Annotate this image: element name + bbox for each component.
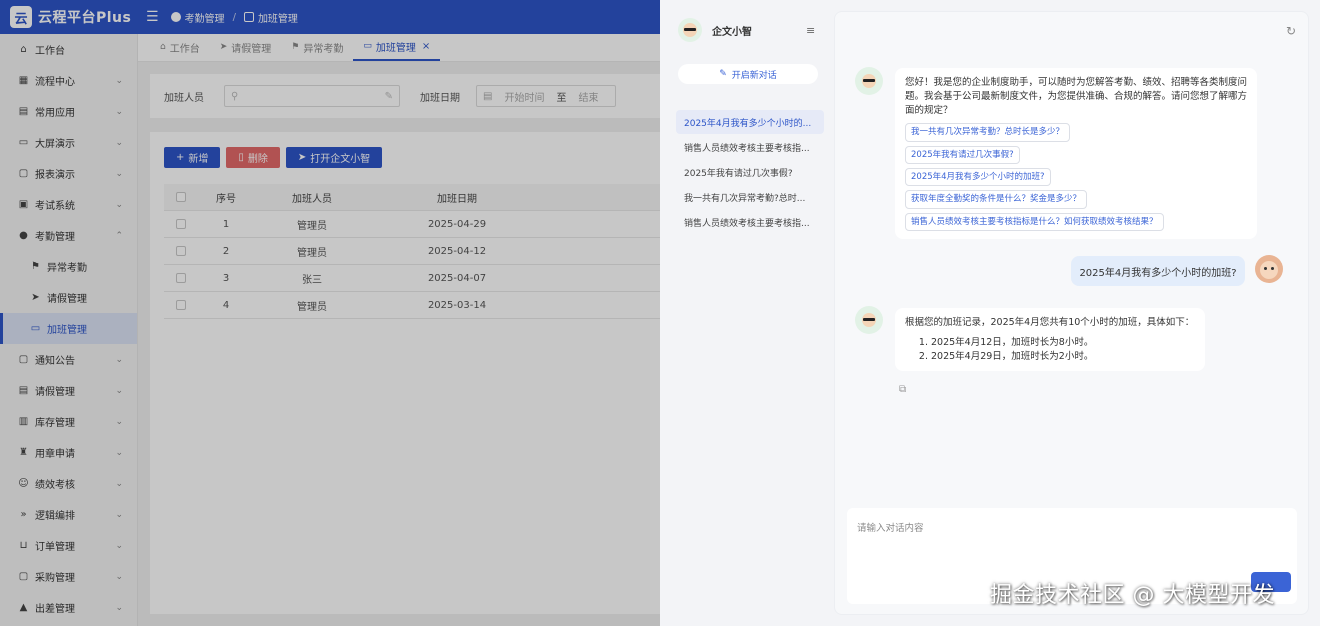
eye-icon [1271, 267, 1274, 270]
history-item[interactable]: 销售人员绩效考核主要考核指... [676, 135, 824, 159]
watermark-text: 掘金技术社区 @ 大模型开发 [990, 583, 1275, 608]
chat-main: ↻ 您好！我是您的企业制度助手，可以随时为您解答考勤、绩效、招聘等各类制度问题。… [834, 11, 1309, 615]
bot-avatar-circle [855, 67, 883, 95]
user-avatar [1255, 255, 1283, 283]
suggestion-chip[interactable]: 销售人员绩效考核主要考核指标是什么？如何获取绩效考核结果？ [905, 212, 1164, 231]
bot-avatar [678, 18, 702, 42]
history-item[interactable]: 销售人员绩效考核主要考核指... [676, 210, 824, 234]
bot-greeting-message: 您好！我是您的企业制度助手，可以随时为您解答考勤、绩效、招聘等各类制度问题。我会… [895, 68, 1257, 239]
answer-item: 2025年4月29日，加班时长为2小时。 [931, 350, 1195, 364]
bot-avatar [855, 306, 883, 334]
copy-icon[interactable]: ⧉ [899, 384, 906, 395]
greeting-text: 您好！我是您的企业制度助手，可以随时为您解答考勤、绩效、招聘等各类制度问题。我会… [905, 77, 1248, 116]
user-message: 2025年4月我有多少个小时的加班? [1071, 256, 1245, 286]
bot-face-icon [862, 313, 876, 327]
new-chat-label: 开启新对话 [731, 70, 777, 81]
bot-face-icon [683, 23, 697, 37]
answer-item: 2025年4月12日，加班时长为8小时。 [931, 336, 1195, 350]
assistant-name: 企文小智 [712, 26, 752, 38]
bot-face-icon [862, 74, 876, 88]
menu-icon[interactable]: ≡ [806, 24, 815, 37]
modal-mask[interactable] [0, 0, 660, 626]
suggestion-chip[interactable]: 2025年4月我有多少个小时的加班? [905, 167, 1051, 187]
bot-answer-message: 根据您的加班记录，2025年4月您共有10个小时的加班，具体如下： 2025年4… [895, 308, 1205, 372]
app-root: 云 云程平台Plus ☰ 考勤管理 / 加班管理 ⌂ 工作台 ▦ 流程中心 ⌄ ▤ 常用… [0, 0, 1320, 626]
chat-input-placeholder: 请输入对话内容 [857, 523, 924, 534]
suggestion-list: 我一共有几次异常考勤？总时长是多少？ 2025年我有请过几次事假? 2025年4… [905, 119, 1247, 231]
history-item[interactable]: 2025年我有请过几次事假? [676, 160, 824, 184]
edit-icon: ✎ [719, 69, 727, 79]
admin-app: 云 云程平台Plus ☰ 考勤管理 / 加班管理 ⌂ 工作台 ▦ 流程中心 ⌄ ▤ 常用… [0, 0, 660, 626]
eye-icon [1264, 267, 1267, 270]
history-item[interactable]: 2025年4月我有多少个小时的... [676, 110, 824, 134]
answer-intro: 根据您的加班记录，2025年4月您共有10个小时的加班，具体如下： [905, 317, 1195, 328]
chat-sidebar: 企文小智 ≡ ✎ 开启新对话 2025年4月我有多少个小时的... 销售人员绩效考… [660, 0, 832, 626]
assistant-drawer: 企文小智 ≡ ✎ 开启新对话 2025年4月我有多少个小时的... 销售人员绩效考… [660, 0, 1320, 626]
glasses-icon [863, 79, 875, 82]
new-chat-button[interactable]: ✎ 开启新对话 [678, 64, 818, 84]
suggestion-chip[interactable]: 获取年度全勤奖的条件是什么？奖金是多少？ [905, 190, 1088, 209]
bot-avatar [855, 67, 883, 95]
answer-list: 2025年4月12日，加班时长为8小时。 2025年4月29日，加班时长为2小时… [931, 336, 1195, 364]
suggestion-chip[interactable]: 2025年我有请过几次事假? [905, 145, 1020, 164]
bot-avatar-circle [855, 306, 883, 334]
glasses-icon [684, 28, 696, 31]
glasses-icon [863, 318, 875, 321]
user-face-icon [1260, 261, 1278, 279]
suggestion-chip[interactable]: 我一共有几次异常考勤？总时长是多少？ [905, 123, 1071, 142]
chat-history: 2025年4月我有多少个小时的... 销售人员绩效考核主要考核指... 2025… [676, 110, 824, 235]
refresh-icon[interactable]: ↻ [1286, 24, 1296, 38]
history-item[interactable]: 我一共有几次异常考勤?总时... [676, 185, 824, 209]
